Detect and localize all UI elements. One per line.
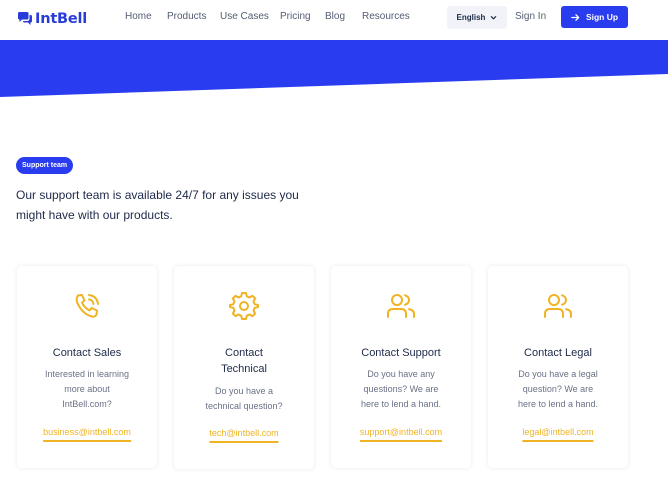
chevron-down-icon (491, 16, 497, 20)
brand-name: IntBell (35, 11, 88, 27)
arrow-right-icon (571, 13, 580, 21)
card-description: Do you have a legal question? We are her… (517, 369, 599, 409)
users-icon (544, 294, 572, 318)
language-selector[interactable]: English (447, 6, 507, 29)
support-intro-text: Our support team is available 24/7 for a… (16, 188, 299, 222)
card-title: Contact Support (361, 347, 441, 359)
hero-band (0, 40, 668, 97)
email-link-tech[interactable]: tech@intbell.com (209, 428, 279, 443)
support-badge: Support team (16, 157, 74, 174)
sign-up-button[interactable]: Sign Up (561, 6, 628, 28)
site-header: IntBell Home Products Use Cases Pricing … (0, 0, 668, 40)
nav-products[interactable]: Products (167, 11, 206, 22)
email-link-business[interactable]: business@intbell.com (43, 427, 131, 442)
contact-card-technical: Contact Technical Do you have a technica… (174, 266, 314, 469)
nav-use-cases[interactable]: Use Cases (220, 11, 269, 22)
contact-card-legal: Contact Legal Do you have a legal questi… (488, 266, 628, 468)
contact-card-sales: Contact Sales Interested in learning mor… (17, 266, 157, 468)
sign-in-link[interactable]: Sign In (515, 11, 546, 22)
nav-blog[interactable]: Blog (325, 11, 345, 22)
card-description: Interested in learning more about IntBel… (44, 369, 130, 409)
email-link-legal[interactable]: legal@intbell.com (522, 427, 594, 442)
language-label: English (456, 13, 486, 22)
card-description: Do you have any questions? We are here t… (360, 369, 442, 409)
email-link-support[interactable]: support@intbell.com (359, 427, 443, 442)
contact-card-support: Contact Support Do you have any question… (331, 266, 471, 468)
users-icon (387, 294, 415, 318)
card-title: Contact Legal (524, 347, 592, 359)
card-title: Contact Sales (52, 347, 122, 359)
nav-pricing[interactable]: Pricing (280, 11, 311, 22)
card-title: Contact Technical (221, 347, 267, 375)
gear-icon (229, 292, 259, 320)
nav-home[interactable]: Home (125, 11, 152, 22)
nav-resources[interactable]: Resources (362, 11, 410, 22)
sign-up-label: Sign Up (585, 12, 619, 22)
chat-bubble-icon (18, 12, 32, 25)
brand-logo[interactable]: IntBell (17, 9, 87, 29)
phone-icon (75, 294, 99, 318)
card-description: Do you have a technical question? (205, 386, 283, 411)
